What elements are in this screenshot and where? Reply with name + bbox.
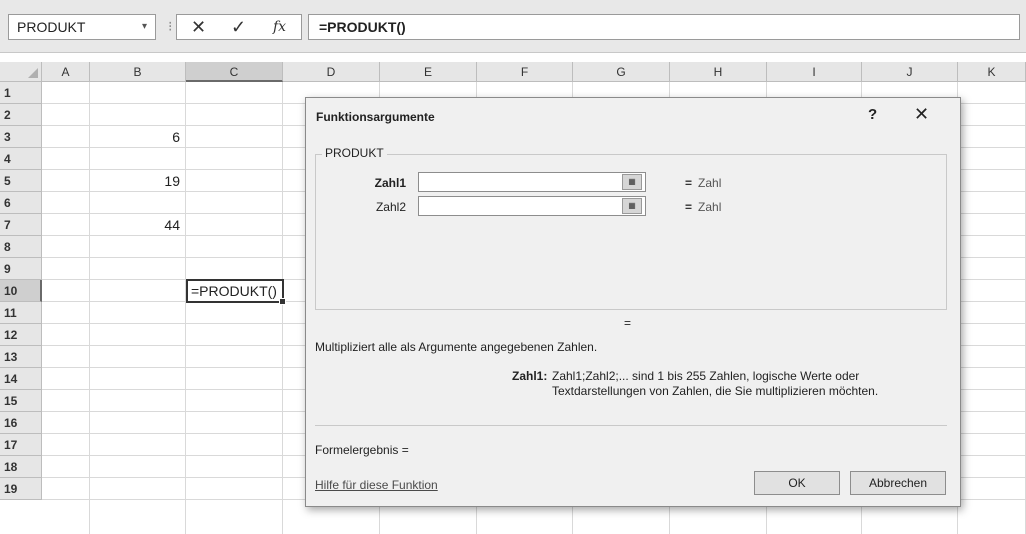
row-header-9[interactable]: 9 bbox=[0, 258, 42, 280]
gridline bbox=[282, 82, 283, 534]
arg-help-name: Zahl1: bbox=[512, 369, 548, 383]
column-header-c[interactable]: C bbox=[186, 62, 283, 82]
column-header-f[interactable]: F bbox=[477, 62, 573, 82]
formula-bar: PRODUKT ▾ ⁝ ✕ ✓ fx =PRODUKT() bbox=[0, 0, 1026, 53]
formula-buttons: ✕ ✓ fx bbox=[176, 14, 302, 40]
arg-help-line2: Textdarstellungen von Zahlen, die Sie mu… bbox=[552, 384, 879, 398]
column-header-e[interactable]: E bbox=[380, 62, 477, 82]
row-header-15[interactable]: 15 bbox=[0, 390, 42, 412]
column-header-a[interactable]: A bbox=[42, 62, 90, 82]
arg-help-line1: Zahl1;Zahl2;... sind 1 bis 255 Zahlen, l… bbox=[552, 369, 860, 383]
drag-handle-icon[interactable]: ⁝ bbox=[168, 18, 172, 35]
function-description: Multipliziert alle als Argumente angegeb… bbox=[315, 340, 598, 354]
row-header-16[interactable]: 16 bbox=[0, 412, 42, 434]
row-header-8[interactable]: 8 bbox=[0, 236, 42, 258]
row-header-13[interactable]: 13 bbox=[0, 346, 42, 368]
function-arguments-dialog: Funktionsargumente ? ✕ PRODUKT Zahl1 ▦ =… bbox=[305, 97, 961, 507]
column-header-g[interactable]: G bbox=[573, 62, 670, 82]
row-header-10[interactable]: 10 bbox=[0, 280, 42, 302]
arg-result-zahl2: = Zahl bbox=[685, 200, 722, 214]
function-result-equals: = bbox=[624, 316, 632, 330]
select-all-button[interactable] bbox=[0, 62, 42, 82]
row-header-12[interactable]: 12 bbox=[0, 324, 42, 346]
divider bbox=[315, 425, 947, 426]
column-header-k[interactable]: K bbox=[958, 62, 1026, 82]
row-header-3[interactable]: 3 bbox=[0, 126, 42, 148]
dialog-title: Funktionsargumente bbox=[316, 110, 435, 124]
active-cell-text: =PRODUKT() bbox=[191, 283, 277, 299]
row-header-1[interactable]: 1 bbox=[0, 82, 42, 104]
arg-label-zahl1: Zahl1 bbox=[374, 176, 406, 190]
help-icon[interactable]: ? bbox=[868, 106, 877, 123]
cell-b5[interactable]: 19 bbox=[90, 170, 180, 192]
row-header-2[interactable]: 2 bbox=[0, 104, 42, 126]
group-label: PRODUKT bbox=[322, 146, 387, 160]
cancel-button[interactable]: Abbrechen bbox=[850, 471, 946, 495]
row-header-18[interactable]: 18 bbox=[0, 456, 42, 478]
row-header-6[interactable]: 6 bbox=[0, 192, 42, 214]
ok-button[interactable]: OK bbox=[754, 471, 840, 495]
cancel-icon[interactable]: ✕ bbox=[191, 17, 206, 38]
row-header-14[interactable]: 14 bbox=[0, 368, 42, 390]
row-header-7[interactable]: 7 bbox=[0, 214, 42, 236]
zahl2-input[interactable] bbox=[418, 196, 646, 216]
cell-b7[interactable]: 44 bbox=[90, 214, 180, 236]
cell-b3[interactable]: 6 bbox=[90, 126, 180, 148]
help-link[interactable]: Hilfe für diese Funktion bbox=[315, 478, 438, 492]
fill-handle[interactable] bbox=[279, 298, 286, 305]
enter-icon[interactable]: ✓ bbox=[231, 17, 246, 38]
insert-function-icon[interactable]: fx bbox=[273, 19, 286, 35]
arg-result-zahl1: = Zahl bbox=[685, 176, 722, 190]
column-header-i[interactable]: I bbox=[767, 62, 862, 82]
row-header-19[interactable]: 19 bbox=[0, 478, 42, 500]
zahl1-input[interactable] bbox=[418, 172, 646, 192]
column-header-j[interactable]: J bbox=[862, 62, 958, 82]
collapse-dialog-icon[interactable]: ▦ bbox=[622, 174, 642, 190]
close-icon[interactable]: ✕ bbox=[914, 104, 929, 125]
gridline bbox=[89, 82, 90, 534]
formula-input[interactable]: =PRODUKT() bbox=[308, 14, 1020, 40]
arg-label-zahl2: Zahl2 bbox=[375, 200, 406, 214]
arguments-group: PRODUKT Zahl1 ▦ = Zahl Zahl2 ▦ = Zahl bbox=[315, 146, 947, 310]
row-header-17[interactable]: 17 bbox=[0, 434, 42, 456]
row-header-11[interactable]: 11 bbox=[0, 302, 42, 324]
collapse-dialog-icon[interactable]: ▦ bbox=[622, 198, 642, 214]
column-header-b[interactable]: B bbox=[90, 62, 186, 82]
name-box[interactable]: PRODUKT ▾ bbox=[8, 14, 156, 40]
chevron-down-icon[interactable]: ▾ bbox=[142, 15, 147, 39]
formula-result: Formelergebnis = bbox=[315, 443, 409, 457]
row-header-4[interactable]: 4 bbox=[0, 148, 42, 170]
name-box-value: PRODUKT bbox=[17, 19, 86, 35]
column-header-d[interactable]: D bbox=[283, 62, 380, 82]
column-header-h[interactable]: H bbox=[670, 62, 767, 82]
gridline bbox=[185, 82, 186, 534]
row-header-5[interactable]: 5 bbox=[0, 170, 42, 192]
active-cell[interactable]: =PRODUKT() bbox=[186, 279, 286, 305]
